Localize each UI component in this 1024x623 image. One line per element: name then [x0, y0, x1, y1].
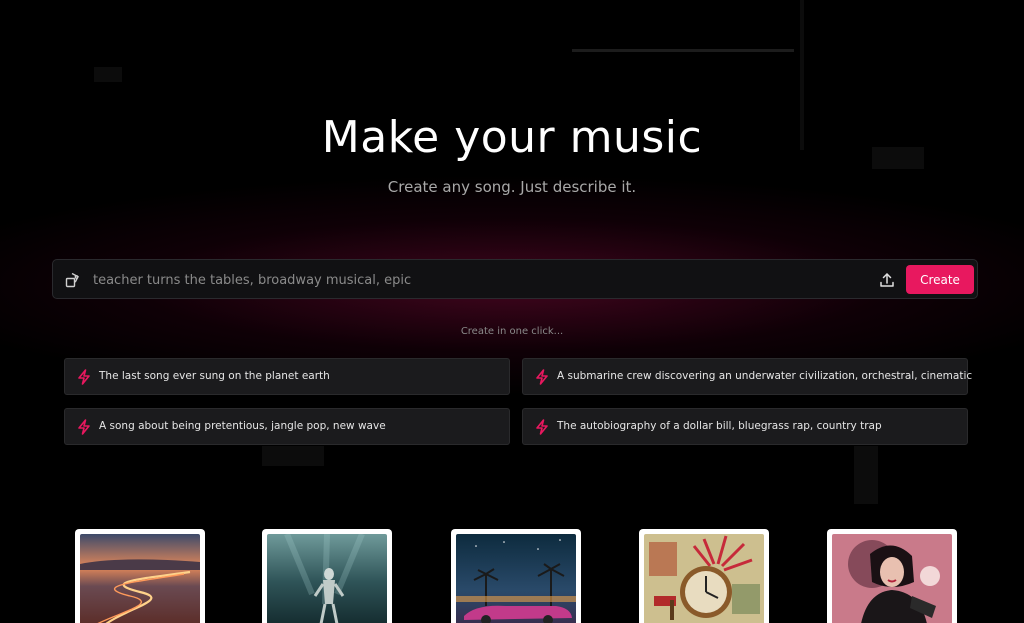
- background-line: [572, 49, 794, 52]
- lightning-icon: [76, 369, 92, 385]
- suggestion-card[interactable]: A song about being pretentious, jangle p…: [64, 408, 510, 445]
- page: Make your music Create any song. Just de…: [0, 0, 1024, 623]
- create-button[interactable]: Create: [906, 265, 974, 294]
- shapes-icon[interactable]: [64, 271, 82, 289]
- song-cover-card[interactable]: [451, 529, 581, 623]
- background-tile: [262, 446, 324, 466]
- song-prompt-bar: Create: [52, 259, 978, 299]
- suggestion-card[interactable]: The last song ever sung on the planet ea…: [64, 358, 510, 395]
- song-cover-card[interactable]: [827, 529, 957, 623]
- song-description-input[interactable]: [91, 268, 865, 292]
- background-tile: [854, 446, 878, 504]
- suggestion-card[interactable]: The autobiography of a dollar bill, blue…: [522, 408, 968, 445]
- lightning-icon: [76, 419, 92, 435]
- song-cover-art: [644, 534, 764, 623]
- page-subtitle: Create any song. Just describe it.: [387, 178, 637, 196]
- suggestion-label: A submarine crew discovering an underwat…: [557, 370, 973, 382]
- suggestion-label: The autobiography of a dollar bill, blue…: [557, 420, 882, 432]
- lightning-icon: [534, 369, 550, 385]
- suggestion-label: A song about being pretentious, jangle p…: [99, 420, 386, 432]
- song-cover-art: [80, 534, 200, 623]
- one-click-label: Create in one click...: [460, 326, 564, 337]
- song-cover-card[interactable]: [262, 529, 392, 623]
- suggestion-card[interactable]: A submarine crew discovering an underwat…: [522, 358, 972, 395]
- song-cover-card[interactable]: [639, 529, 769, 623]
- song-cover-art: [456, 534, 576, 623]
- song-cover-art: [267, 534, 387, 623]
- page-title: Make your music: [321, 112, 703, 163]
- suggestion-label: The last song ever sung on the planet ea…: [99, 370, 330, 382]
- song-cover-art: [832, 534, 952, 623]
- lightning-icon: [534, 419, 550, 435]
- song-cover-card[interactable]: [75, 529, 205, 623]
- upload-icon[interactable]: [878, 271, 896, 289]
- background-tile: [94, 67, 122, 82]
